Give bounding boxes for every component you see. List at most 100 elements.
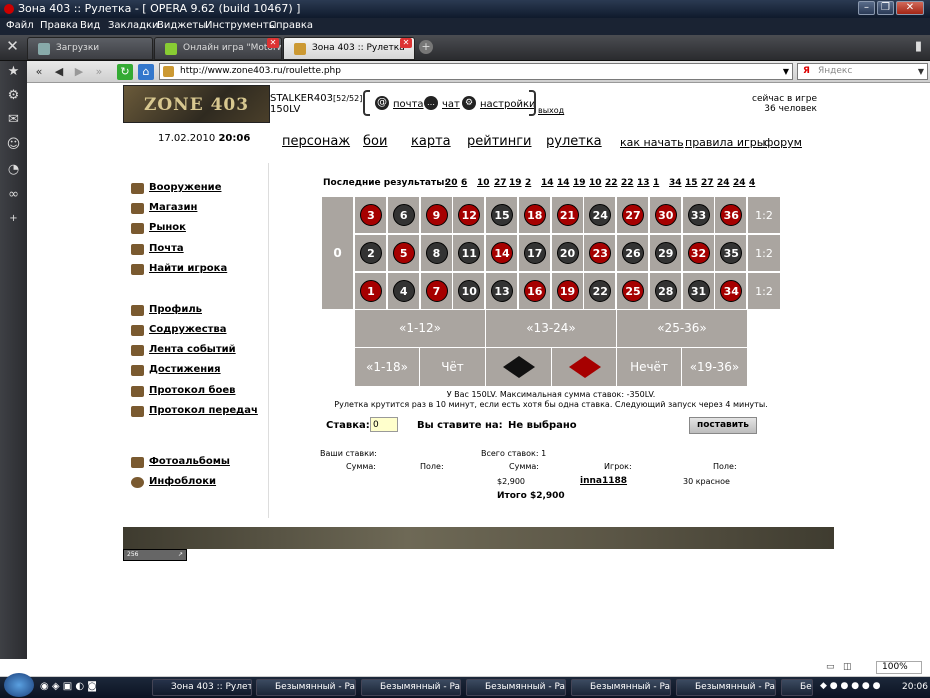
home-icon[interactable]: ⌂ [138, 64, 154, 80]
bet-number-cell[interactable]: 15 [486, 197, 518, 234]
bet-dozen-1[interactable]: «1-12» [355, 310, 486, 347]
menu-photo-albums[interactable]: Фотоальбомы [149, 456, 230, 467]
panel-toggle-icon[interactable]: ▭ [826, 662, 835, 672]
bet-number-cell[interactable]: 27 [617, 197, 649, 234]
bet-number-cell[interactable]: 22 [584, 273, 617, 310]
fast-forward-icon[interactable]: » [91, 64, 107, 80]
bet-number-cell[interactable]: 12 [453, 197, 486, 234]
bet-number-cell[interactable]: 5 [387, 235, 420, 272]
bet-black[interactable] [486, 348, 552, 386]
bet-number-cell[interactable]: 34 [715, 273, 748, 310]
bet-high[interactable]: «19-36» [682, 348, 748, 386]
taskbar-item-paint-3[interactable]: Безымянный - Paint [466, 679, 566, 696]
mail-icon[interactable]: ✉ [6, 112, 21, 127]
settings-icon[interactable]: ⚙ [6, 88, 21, 103]
start-button[interactable] [4, 673, 34, 697]
visit-counter[interactable]: 256 ↗ [123, 549, 187, 561]
bet-number-cell[interactable]: 26 [617, 235, 649, 272]
menu-infoblocks[interactable]: Инфоблоки [149, 476, 216, 487]
bet-column-1[interactable]: 1:2 [748, 197, 780, 234]
bet-number-cell[interactable]: 23 [584, 235, 617, 272]
taskbar-item-opera[interactable]: Зона 403 :: Рулет... [152, 679, 252, 696]
bet-dozen-3[interactable]: «25-36» [617, 310, 748, 347]
nav-roulette[interactable]: рулетка [546, 134, 602, 149]
add-panel-icon[interactable]: + [6, 211, 21, 226]
bet-column-3[interactable]: 1:2 [748, 273, 780, 310]
new-tab-button[interactable]: + [419, 40, 433, 54]
nav-map[interactable]: карта [411, 134, 451, 149]
tab-motorwars[interactable]: Онлайн игра "Motorwars" ✕ [154, 37, 282, 60]
nav-ratings[interactable]: рейтинги [467, 134, 532, 149]
menu-transfer-log[interactable]: Протокол передач [149, 405, 258, 416]
bet-number-cell[interactable]: 20 [551, 235, 584, 272]
nav-forum[interactable]: форум [764, 136, 802, 149]
menu-mail[interactable]: Почта [149, 243, 184, 254]
bet-number-cell[interactable]: 29 [649, 235, 682, 272]
taskbar-item-paint-2[interactable]: Безымянный - Paint [361, 679, 461, 696]
bet-odd[interactable]: Нечёт [617, 348, 682, 386]
bet-zero[interactable]: 0 [322, 197, 354, 309]
menu-edit[interactable]: Правка [40, 20, 78, 31]
menu-battle-log[interactable]: Протокол боев [149, 385, 236, 396]
rewind-icon[interactable]: « [31, 64, 47, 80]
zoom-select[interactable]: 100% [876, 661, 922, 674]
tab-close-icon[interactable]: ✕ [267, 38, 279, 48]
menu-communities[interactable]: Содружества [149, 324, 227, 335]
taskbar-item-paint-6[interactable]: Безымянный - Paint [781, 679, 813, 696]
bet-number-cell[interactable]: 30 [649, 197, 682, 234]
bet-number-cell[interactable]: 2 [355, 235, 387, 272]
bet-number-cell[interactable]: 13 [486, 273, 518, 310]
search-input[interactable]: Я Яндекс ▼ [797, 63, 928, 80]
bet-number-cell[interactable]: 35 [715, 235, 748, 272]
tools-icon[interactable]: ✕ [5, 39, 20, 54]
address-input[interactable]: http://www.zone403.ru/roulette.php ▼ [159, 63, 793, 80]
forward-icon[interactable]: ▶ [71, 64, 87, 80]
site-logo[interactable]: ZONE 403 [123, 85, 270, 123]
menu-view[interactable]: Вид [80, 20, 100, 31]
menu-bookmarks[interactable]: Закладки [108, 20, 159, 31]
bet-low[interactable]: «1-18» [355, 348, 420, 386]
bet-number-cell[interactable]: 36 [715, 197, 748, 234]
links-icon[interactable]: ∞ [6, 187, 21, 202]
quick-launch-icons[interactable]: ◉ ◈ ▣ ◐ ◙ [40, 681, 97, 692]
exit-link[interactable]: выход [538, 106, 564, 115]
bet-number-cell[interactable]: 11 [453, 235, 486, 272]
bet-red[interactable] [552, 348, 617, 386]
menu-events[interactable]: Лента событий [149, 344, 236, 355]
settings-link[interactable]: настройки [480, 99, 536, 110]
nav-character[interactable]: персонаж [282, 134, 350, 149]
nav-how-to-start[interactable]: как начать [620, 136, 684, 149]
bet-number-cell[interactable]: 8 [420, 235, 453, 272]
view-icon[interactable]: ◫ [843, 662, 852, 672]
close-button[interactable]: ✕ [896, 1, 924, 15]
trash-icon[interactable]: ▮ [911, 39, 926, 54]
dropdown-icon[interactable]: ▼ [918, 64, 924, 79]
reload-icon[interactable]: ↻ [117, 64, 133, 80]
bet-number-cell[interactable]: 1 [355, 273, 387, 310]
tray-icons[interactable]: ◆ ● ● ● ● ● [820, 681, 881, 691]
back-icon[interactable]: ◀ [51, 64, 67, 80]
menu-file[interactable]: Файл [6, 20, 34, 31]
bet-number-cell[interactable]: 6 [387, 197, 420, 234]
bet-number-cell[interactable]: 21 [551, 197, 584, 234]
menu-achievements[interactable]: Достижения [149, 364, 221, 375]
mail-link[interactable]: почта [393, 99, 424, 110]
bet-amount-input[interactable] [370, 417, 398, 432]
bet-even[interactable]: Чёт [420, 348, 486, 386]
tab-roulette[interactable]: Зона 403 :: Рулетка ✕ [283, 37, 415, 60]
taskbar-item-paint-1[interactable]: Безымянный - Paint [256, 679, 356, 696]
bet-column-2[interactable]: 1:2 [748, 235, 780, 272]
chat-link[interactable]: чат [442, 99, 460, 110]
bet-number-cell[interactable]: 16 [518, 273, 551, 310]
menu-market[interactable]: Рынок [149, 222, 186, 233]
menu-shop[interactable]: Магазин [149, 202, 197, 213]
bet-number-cell[interactable]: 4 [387, 273, 420, 310]
bet-number-cell[interactable]: 17 [518, 235, 551, 272]
history-icon[interactable]: ◔ [6, 162, 21, 177]
minimize-button[interactable]: – [858, 1, 875, 15]
bet-number-cell[interactable]: 7 [420, 273, 453, 310]
bet-number-cell[interactable]: 28 [649, 273, 682, 310]
bet-number-cell[interactable]: 24 [584, 197, 617, 234]
maximize-button[interactable]: ❐ [877, 1, 894, 15]
bet-number-cell[interactable]: 25 [617, 273, 649, 310]
